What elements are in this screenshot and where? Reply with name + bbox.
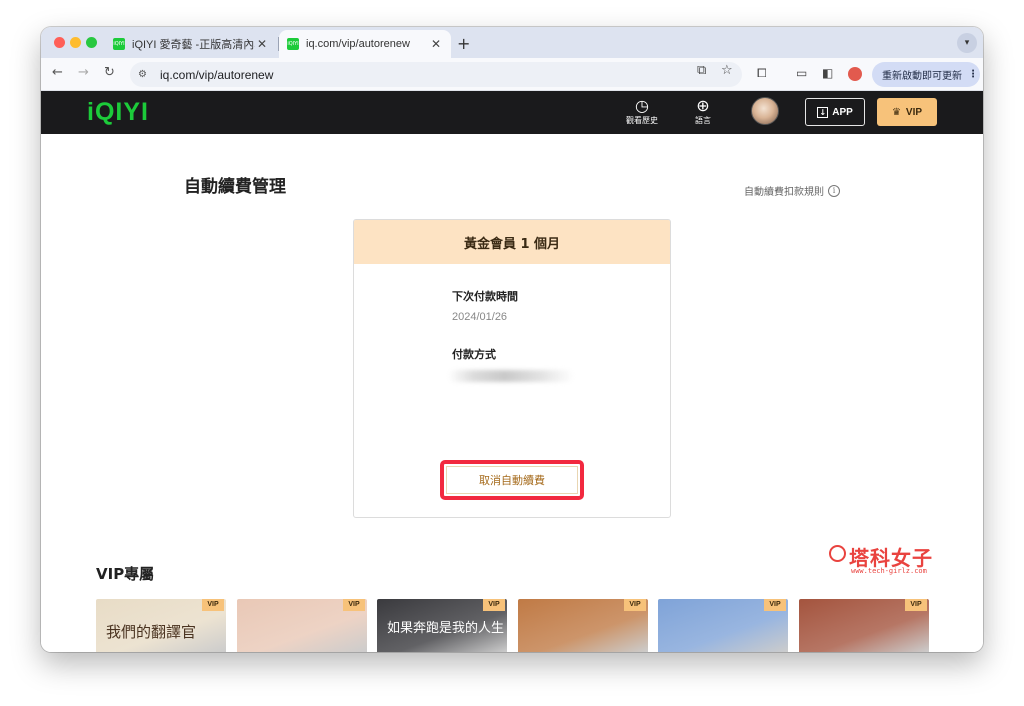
payment-method-redacted (448, 370, 574, 382)
iqiyi-favicon-icon: iQIYI (113, 38, 125, 50)
cancel-autorenew-button[interactable]: 取消自動續費 (446, 466, 578, 494)
watermark-url: www.tech-girlz.com (851, 567, 927, 575)
watermark-badge-icon (829, 545, 846, 562)
language-button[interactable]: ⊕ 語言 (681, 97, 725, 127)
tab-title: iq.com/vip/autorenew (306, 38, 410, 50)
vip-badge: VIP (905, 599, 927, 611)
new-tab-plus-icon[interactable]: + (457, 34, 470, 53)
browser-toolbar: ← → ↻ ⚙ iq.com/vip/autorenew ⧉ ☆ ⧠ ▭ ◧ 重… (41, 58, 983, 91)
poster-card[interactable]: VIP (658, 599, 788, 652)
next-payment-date: 2024/01/26 (452, 311, 508, 323)
tab-title: iQIYI 愛奇藝 -正版高清內容免費 (132, 39, 255, 51)
minimize-window-button[interactable] (70, 37, 81, 48)
poster-card[interactable]: 我們的翻譯官 VIP (96, 599, 226, 652)
side-panel-icon[interactable]: ◧ (822, 66, 833, 80)
address-bar[interactable]: ⚙ iq.com/vip/autorenew (130, 62, 742, 87)
close-icon[interactable]: ✕ (429, 37, 443, 51)
vip-badge: VIP (624, 599, 646, 611)
watch-history-button[interactable]: ◷ 觀看歷史 (620, 97, 664, 127)
autorenew-rules-link[interactable]: 自動續費扣款規則 i (744, 183, 840, 198)
crown-icon: ♛ (891, 106, 901, 118)
site-header: iQIYI ◷ 觀看歷史 ⊕ 語言 ↓ APP ♛ VIP (41, 91, 983, 134)
vip-badge: VIP (202, 599, 224, 611)
tab-search-chevron-icon[interactable]: ▾ (957, 33, 977, 53)
url-text: iq.com/vip/autorenew (160, 67, 274, 82)
poster-card[interactable]: VIP (518, 599, 648, 652)
subscription-card: 黃金會員 1 個月 下次付款時間 2024/01/26 付款方式 取消自動續費 (353, 219, 671, 518)
more-menu-icon: ⋮ (968, 69, 978, 80)
poster-card[interactable]: 如果奔跑是我的人生 VIP (377, 599, 507, 652)
cast-icon[interactable]: ▭ (796, 66, 807, 80)
back-arrow-icon[interactable]: ← (52, 65, 63, 80)
download-app-button[interactable]: ↓ APP (805, 98, 865, 126)
clock-icon: ◷ (635, 96, 649, 115)
reload-icon[interactable]: ↻ (104, 65, 115, 80)
close-icon[interactable]: ✕ (255, 37, 269, 51)
vip-button[interactable]: ♛ VIP (877, 98, 937, 126)
info-icon: i (828, 184, 840, 197)
forward-arrow-icon[interactable]: → (78, 65, 89, 80)
bookmark-star-icon[interactable]: ☆ (721, 63, 733, 78)
extensions-puzzle-icon[interactable]: ⧠ (757, 66, 767, 81)
plan-name: 黃金會員 1 個月 (354, 220, 670, 264)
page-content: 自動續費管理 自動續費扣款規則 i 黃金會員 1 個月 下次付款時間 2024/… (41, 134, 983, 652)
vip-badge: VIP (483, 599, 505, 611)
tab-iqiyi-home[interactable]: iQIYI iQIYI 愛奇藝 -正版高清內容免費 ✕ (105, 30, 277, 58)
watch-history-label: 觀看歷史 (626, 116, 658, 125)
page-title: 自動續費管理 (184, 177, 286, 197)
iqiyi-logo[interactable]: iQIYI (87, 98, 149, 127)
next-payment-label: 下次付款時間 (452, 290, 518, 303)
browser-window: iQIYI iQIYI 愛奇藝 -正版高清內容免費 ✕ iQIYI iq.com… (41, 27, 983, 652)
update-button[interactable]: 重新啟動即可更新 ⋮ (872, 62, 980, 87)
site-info-icon[interactable]: ⚙ (138, 69, 154, 80)
tab-autorenew[interactable]: iQIYI iq.com/vip/autorenew ✕ (279, 30, 451, 58)
install-app-icon[interactable]: ⧉ (697, 63, 706, 78)
globe-icon: ⊕ (696, 96, 710, 115)
vip-badge: VIP (764, 599, 786, 611)
user-avatar[interactable] (751, 97, 779, 125)
vip-poster-row: 我們的翻譯官 VIP VIP 如果奔跑是我的人生 VIP VIP VIP VIP (96, 599, 931, 652)
zoom-window-button[interactable] (86, 37, 97, 48)
poster-card[interactable]: VIP (237, 599, 367, 652)
profile-avatar-icon[interactable] (848, 67, 862, 81)
poster-card[interactable]: VIP (799, 599, 929, 652)
poster-title: 我們的翻譯官 (106, 623, 197, 641)
app-button-label: APP (832, 106, 853, 118)
rules-link-label: 自動續費扣款規則 (744, 187, 824, 198)
watermark-logo: 塔科女子 www.tech-girlz.com (829, 542, 947, 578)
iqiyi-favicon-icon: iQIYI (287, 38, 299, 50)
vip-badge: VIP (343, 599, 365, 611)
tab-strip: iQIYI iQIYI 愛奇藝 -正版高清內容免費 ✕ iQIYI iq.com… (41, 27, 983, 58)
vip-section-heading: VIP專屬 (96, 565, 155, 583)
close-window-button[interactable] (54, 37, 65, 48)
language-label: 語言 (695, 116, 711, 125)
poster-title: 如果奔跑是我的人生 (387, 621, 505, 636)
payment-method-label: 付款方式 (452, 348, 496, 361)
update-button-label: 重新啟動即可更新 (882, 71, 962, 82)
vip-button-label: VIP (905, 106, 923, 118)
download-icon: ↓ (817, 106, 829, 118)
